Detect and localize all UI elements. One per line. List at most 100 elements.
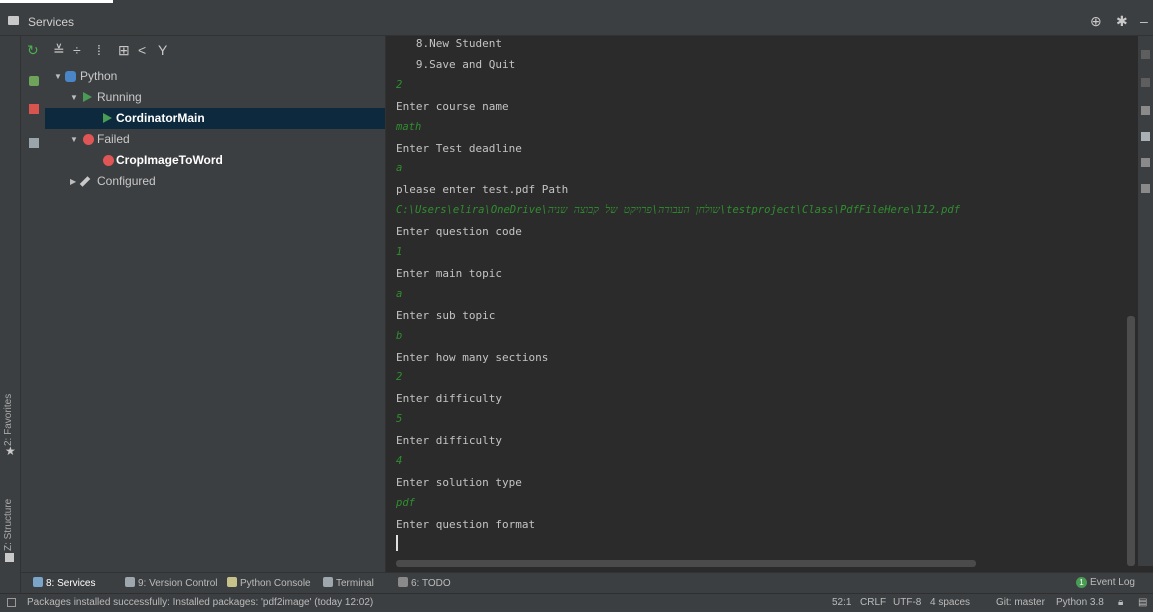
console-input-line: math <box>396 120 422 133</box>
console-output-line: Enter difficulty <box>396 392 502 406</box>
tab-todo-label: 6: TODO <box>411 578 451 589</box>
structure-icon[interactable] <box>5 553 14 562</box>
tree-node-python[interactable]: ▼ Python <box>45 66 385 87</box>
soft-wrap-icon[interactable] <box>1141 106 1150 115</box>
console-input-line: a <box>396 162 403 175</box>
console-input-line: 2 <box>396 371 403 384</box>
console-output-line: Enter Test deadline <box>396 141 522 155</box>
error-icon <box>103 155 114 166</box>
tab-python-console[interactable]: Python Console <box>227 577 311 589</box>
panel-title: Services <box>28 15 75 29</box>
running-icon <box>83 92 92 102</box>
tool-window-bar: 8: Services 9: Version Control Python Co… <box>21 572 1153 593</box>
console-input-line: 4 <box>396 455 403 467</box>
tab-version-control[interactable]: 9: Version Control <box>125 577 218 589</box>
gear-icon[interactable]: ✱ <box>1116 13 1128 30</box>
tree-node-configured[interactable]: ▶ Configured <box>45 171 385 192</box>
favorites-tab[interactable]: 2: Favorites <box>3 394 14 446</box>
window-top-strip <box>0 0 1153 8</box>
tab-terminal-label: Terminal <box>336 578 374 589</box>
console-output-line: Enter solution type <box>396 475 522 489</box>
toggle-tool-windows-icon[interactable] <box>7 598 16 607</box>
right-tool-stripe <box>1138 36 1153 566</box>
console-output-line: Enter question code <box>396 225 522 239</box>
tree-node-running[interactable]: ▼ Running <box>45 87 385 108</box>
share-icon[interactable]: < <box>138 42 146 58</box>
chevron-down-icon[interactable]: ▼ <box>54 66 62 87</box>
minimize-icon[interactable]: – <box>1140 13 1148 29</box>
services-toolbar: ↻ ≚ ÷ ⁞ ⊞ < Y <box>21 36 385 64</box>
text-caret <box>396 535 398 551</box>
chevron-down-icon[interactable]: ▼ <box>70 87 78 108</box>
event-log-label: Event Log <box>1089 577 1135 588</box>
group-by-icon[interactable]: ⁞ <box>97 42 101 58</box>
console-output[interactable]: 8.New Student 9.Save and Quit 2 Enter cour… <box>386 36 1138 566</box>
console-input-line: pdf <box>396 496 415 509</box>
console-output-line: Enter how many sections <box>396 350 549 364</box>
memory-indicator-icon[interactable]: ▤ <box>1138 597 1147 608</box>
chevron-down-icon[interactable]: ▼ <box>70 129 78 150</box>
star-icon[interactable]: ★ <box>5 444 16 458</box>
folder-icon <box>8 16 19 25</box>
structure-tab[interactable]: Z: Structure <box>3 499 14 551</box>
todo-icon <box>398 577 408 587</box>
collapse-all-icon[interactable]: ÷ <box>73 42 81 58</box>
vertical-scrollbar[interactable] <box>1127 316 1135 566</box>
console-output-line: 9.Save and Quit <box>396 57 516 71</box>
tab-terminal[interactable]: Terminal <box>323 577 374 589</box>
indent-setting[interactable]: 4 spaces <box>930 597 970 608</box>
stop-icon[interactable] <box>29 104 39 114</box>
services-icon <box>33 577 43 587</box>
status-message[interactable]: Packages installed successfully: Install… <box>27 597 373 608</box>
line-separator[interactable]: CRLF <box>860 597 886 608</box>
git-branch[interactable]: Git: master <box>996 597 1045 608</box>
console-input-line: b <box>396 329 403 342</box>
tree-label-python: Python <box>80 69 118 83</box>
lock-icon[interactable]: 🔒︎ <box>1118 597 1123 608</box>
console-input-line: C:\Users\elira\OneDrive\שולחן העבודה\פרו… <box>396 204 961 217</box>
tree-label-configured: Configured <box>97 174 156 188</box>
tree-node-failed[interactable]: ▼ Failed <box>45 129 385 150</box>
add-service-icon[interactable] <box>29 76 39 86</box>
chevron-right-icon[interactable]: ▶ <box>70 171 76 192</box>
services-panel: ↻ ≚ ÷ ⁞ ⊞ < Y ▼ Python ▼ Running Cordina… <box>21 36 385 593</box>
down-arrow-icon[interactable] <box>1141 78 1150 87</box>
wrench-icon <box>79 176 91 187</box>
tree-label-cordinator: CordinatorMain <box>116 111 205 125</box>
expand-all-icon[interactable]: ≚ <box>53 42 65 58</box>
console-input-line: a <box>396 287 403 300</box>
services-side-tools <box>21 64 45 593</box>
event-log-tab[interactable]: 1 Event Log <box>1075 577 1135 588</box>
filter-icon[interactable]: ⊞ <box>118 42 130 58</box>
layout-icon[interactable] <box>29 138 39 148</box>
console-output-line: Enter difficulty <box>396 434 502 448</box>
console-output-line: Enter course name <box>396 99 509 113</box>
python-interpreter[interactable]: Python 3.8 <box>1056 597 1104 608</box>
console-output-line: Enter question format <box>396 517 536 531</box>
tab-services[interactable]: 8: Services <box>33 577 95 589</box>
console-input-line: 2 <box>396 78 403 91</box>
branch-icon[interactable]: Y <box>158 42 167 58</box>
up-arrow-icon[interactable] <box>1141 50 1150 59</box>
tree-label-crop: CropImageToWord <box>116 153 223 167</box>
event-count-badge: 1 <box>1075 577 1087 588</box>
globe-settings-icon[interactable]: ⊕ <box>1090 13 1102 30</box>
top-tab-indicator <box>0 0 113 3</box>
error-icon <box>83 134 94 145</box>
rerun-icon[interactable]: ↻ <box>27 42 39 58</box>
trash-icon[interactable] <box>1141 184 1150 193</box>
console-output-line: Enter main topic <box>396 266 502 280</box>
scroll-to-end-icon[interactable] <box>1141 132 1150 141</box>
console-input-line: 5 <box>396 413 403 426</box>
print-icon[interactable] <box>1141 158 1150 167</box>
status-bar: Packages installed successfully: Install… <box>0 593 1153 612</box>
tab-python-console-label: Python Console <box>240 578 311 589</box>
tab-todo[interactable]: 6: TODO <box>398 577 451 589</box>
tree-node-crop-image[interactable]: CropImageToWord <box>45 150 385 171</box>
caret-position[interactable]: 52:1 <box>832 597 851 608</box>
python-icon <box>65 71 76 82</box>
horizontal-scrollbar[interactable] <box>396 560 976 567</box>
tree-node-cordinator-main[interactable]: CordinatorMain <box>45 108 385 129</box>
run-config-icon <box>103 113 112 123</box>
file-encoding[interactable]: UTF-8 <box>893 597 921 608</box>
